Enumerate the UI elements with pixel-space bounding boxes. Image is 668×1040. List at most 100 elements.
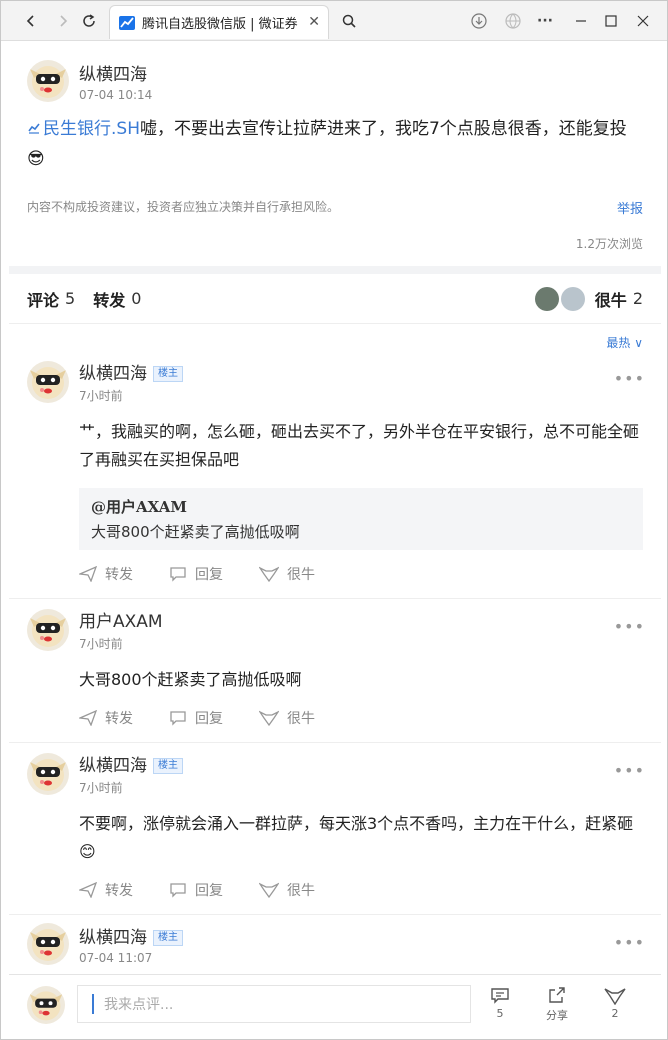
comment-icon bbox=[170, 883, 186, 898]
quoted-reply[interactable]: @用户AXAM 大哥800个赶紧卖了高抛低吸啊 bbox=[79, 488, 643, 550]
comment-text: 艹，我融买的啊，怎么砸，砸出去买不了，另外半仓在平安银行，总不可能全砸了再融买在… bbox=[79, 422, 640, 469]
comment-input[interactable]: 我来点评... bbox=[77, 985, 471, 1023]
comment-item: 纵横四海 楼主 7小时前 ••• 艹，我融买的啊，怎么砸，砸出去买不了，另外半仓在… bbox=[9, 351, 661, 599]
disclaimer: 内容不构成投资建议，投资者应独立决策并自行承担风险。 bbox=[27, 200, 340, 214]
title-bar: 腾讯自选股微信版 | 微证券 ✕ ··· bbox=[1, 1, 667, 41]
like-button[interactable]: 很牛 bbox=[259, 564, 349, 584]
avatar[interactable] bbox=[27, 923, 69, 965]
op-badge: 楼主 bbox=[153, 930, 183, 946]
repost-button[interactable]: 转发 bbox=[79, 708, 169, 728]
tab-title: 腾讯自选股微信版 | 微证券 bbox=[142, 17, 298, 32]
post-body: 民生银行.SH嘘，不要出去宣传让拉萨进来了，我吃7个点股息很香，还能复投😎 bbox=[27, 114, 643, 174]
page-content: 纵横四海 07-04 10:14 民生银行.SH嘘，不要出去宣传让拉萨进来了，我… bbox=[9, 42, 661, 974]
comment-item: 用户AXAM 7小时前 ••• 大哥800个赶紧卖了高抛低吸啊 转发 回复 很牛 bbox=[9, 599, 661, 743]
close-tab-icon[interactable]: ✕ bbox=[308, 14, 320, 30]
search-icon[interactable] bbox=[335, 7, 363, 35]
comment-item: 纵横四海 楼主 7小时前 ••• 不要啊，涨停就会涌入一群拉萨，每天涨3个点不香吗… bbox=[9, 743, 661, 915]
op-badge: 楼主 bbox=[153, 758, 183, 774]
repost-button[interactable]: 转发 bbox=[79, 564, 169, 584]
back-icon[interactable] bbox=[17, 7, 45, 35]
reply-button[interactable]: 回复 bbox=[169, 880, 259, 900]
comment-time: 7小时前 bbox=[79, 389, 123, 403]
post: 纵横四海 07-04 10:14 民生银行.SH嘘，不要出去宣传让拉萨进来了，我… bbox=[9, 42, 661, 266]
reply-button[interactable]: 回复 bbox=[169, 708, 259, 728]
like-button[interactable]: 很牛 bbox=[259, 880, 349, 900]
sort-dropdown[interactable]: 最热 ∨ bbox=[9, 324, 661, 351]
stock-tag-icon bbox=[28, 123, 40, 134]
post-author[interactable]: 纵横四海 bbox=[79, 60, 152, 85]
send-icon bbox=[79, 710, 97, 726]
app-logo-icon bbox=[119, 15, 135, 30]
tab-comments[interactable]: 评论 bbox=[27, 287, 59, 311]
bottom-like-count: 2 bbox=[611, 1007, 619, 1020]
comment-text: 大哥800个赶紧卖了高抛低吸啊 bbox=[79, 670, 302, 689]
bottom-comment-count: 5 bbox=[496, 1007, 504, 1020]
quote-author: @用户AXAM bbox=[91, 498, 187, 516]
text-caret bbox=[92, 994, 94, 1014]
comment-icon bbox=[170, 711, 186, 726]
horn-icon bbox=[259, 710, 279, 726]
avatar[interactable] bbox=[27, 60, 69, 102]
browser-tab[interactable]: 腾讯自选股微信版 | 微证券 ✕ bbox=[109, 5, 329, 39]
comment-count: 5 bbox=[65, 289, 76, 308]
op-badge: 楼主 bbox=[153, 366, 183, 382]
bottom-comment-button[interactable]: 5 bbox=[480, 987, 520, 1020]
more-icon[interactable]: ••• bbox=[614, 617, 645, 636]
forward-icon[interactable] bbox=[49, 7, 77, 35]
avatar[interactable] bbox=[27, 752, 69, 795]
horn-icon bbox=[259, 882, 279, 898]
download-icon[interactable] bbox=[467, 7, 491, 35]
horn-icon bbox=[259, 566, 279, 582]
comment-icon bbox=[491, 988, 509, 1004]
send-icon bbox=[79, 882, 97, 898]
send-icon bbox=[79, 566, 97, 582]
comment-time: 7小时前 bbox=[79, 637, 123, 651]
chevron-down-icon: ∨ bbox=[634, 336, 643, 350]
more-icon[interactable]: ••• bbox=[614, 369, 645, 388]
tab-likes[interactable]: 很牛 bbox=[595, 287, 627, 311]
globe-icon[interactable] bbox=[501, 7, 525, 35]
reply-button[interactable]: 回复 bbox=[169, 564, 259, 584]
maximize-icon[interactable] bbox=[599, 7, 623, 35]
browser-window: 腾讯自选股微信版 | 微证券 ✕ ··· 纵横四海 07-04 10:14 民生… bbox=[0, 0, 668, 1040]
post-time: 07-04 10:14 bbox=[79, 88, 153, 102]
comment-author[interactable]: 纵横四海 bbox=[79, 364, 147, 384]
comment-author[interactable]: 纵横四海 bbox=[79, 756, 147, 776]
comment-time: 7小时前 bbox=[79, 781, 123, 795]
like-button[interactable]: 很牛 bbox=[259, 708, 349, 728]
view-count: 1.2万次浏览 bbox=[575, 237, 643, 251]
comment-author[interactable]: 用户AXAM bbox=[79, 607, 163, 632]
avatar[interactable] bbox=[27, 360, 69, 403]
like-count: 2 bbox=[632, 289, 643, 308]
my-avatar[interactable] bbox=[27, 986, 65, 1024]
comment-time: 07-04 11:07 bbox=[79, 951, 153, 965]
repost-count: 0 bbox=[131, 289, 142, 308]
share-icon bbox=[549, 987, 565, 1003]
section-divider bbox=[9, 266, 661, 274]
stats-bar: 评论 5 转发 0 很牛 2 bbox=[9, 274, 661, 324]
repost-button[interactable]: 转发 bbox=[79, 880, 169, 900]
bottom-bar: 我来点评... 5 分享 2 bbox=[9, 974, 661, 1034]
report-link[interactable]: 举报 bbox=[617, 198, 643, 217]
stock-link[interactable]: 民生银行.SH bbox=[27, 119, 140, 139]
tab-reposts[interactable]: 转发 bbox=[93, 287, 125, 311]
quote-text: 大哥800个赶紧卖了高抛低吸啊 bbox=[91, 523, 300, 541]
comment-placeholder: 我来点评... bbox=[104, 997, 174, 1013]
share-button[interactable]: 分享 bbox=[537, 987, 577, 1023]
more-menu-icon[interactable]: ··· bbox=[533, 7, 557, 35]
share-label: 分享 bbox=[546, 1009, 568, 1022]
reload-icon[interactable] bbox=[75, 7, 103, 35]
horn-icon bbox=[604, 988, 626, 1005]
avatar[interactable] bbox=[27, 608, 69, 651]
close-window-icon[interactable] bbox=[631, 7, 655, 35]
more-icon[interactable]: ••• bbox=[614, 933, 645, 952]
liker-avatar[interactable] bbox=[560, 286, 585, 311]
minimize-icon[interactable] bbox=[569, 7, 593, 35]
comment-icon bbox=[170, 567, 186, 582]
liker-avatar[interactable] bbox=[534, 286, 559, 311]
comment-text: 不要啊，涨停就会涌入一群拉萨，每天涨3个点不香吗，主力在干什么，赶紧砸😊 bbox=[79, 814, 634, 861]
comment-item: 纵横四海 楼主 07-04 11:07 ••• bbox=[9, 915, 661, 965]
bottom-like-button[interactable]: 2 bbox=[595, 987, 635, 1020]
more-icon[interactable]: ••• bbox=[614, 761, 645, 780]
comment-author[interactable]: 纵横四海 bbox=[79, 928, 147, 948]
